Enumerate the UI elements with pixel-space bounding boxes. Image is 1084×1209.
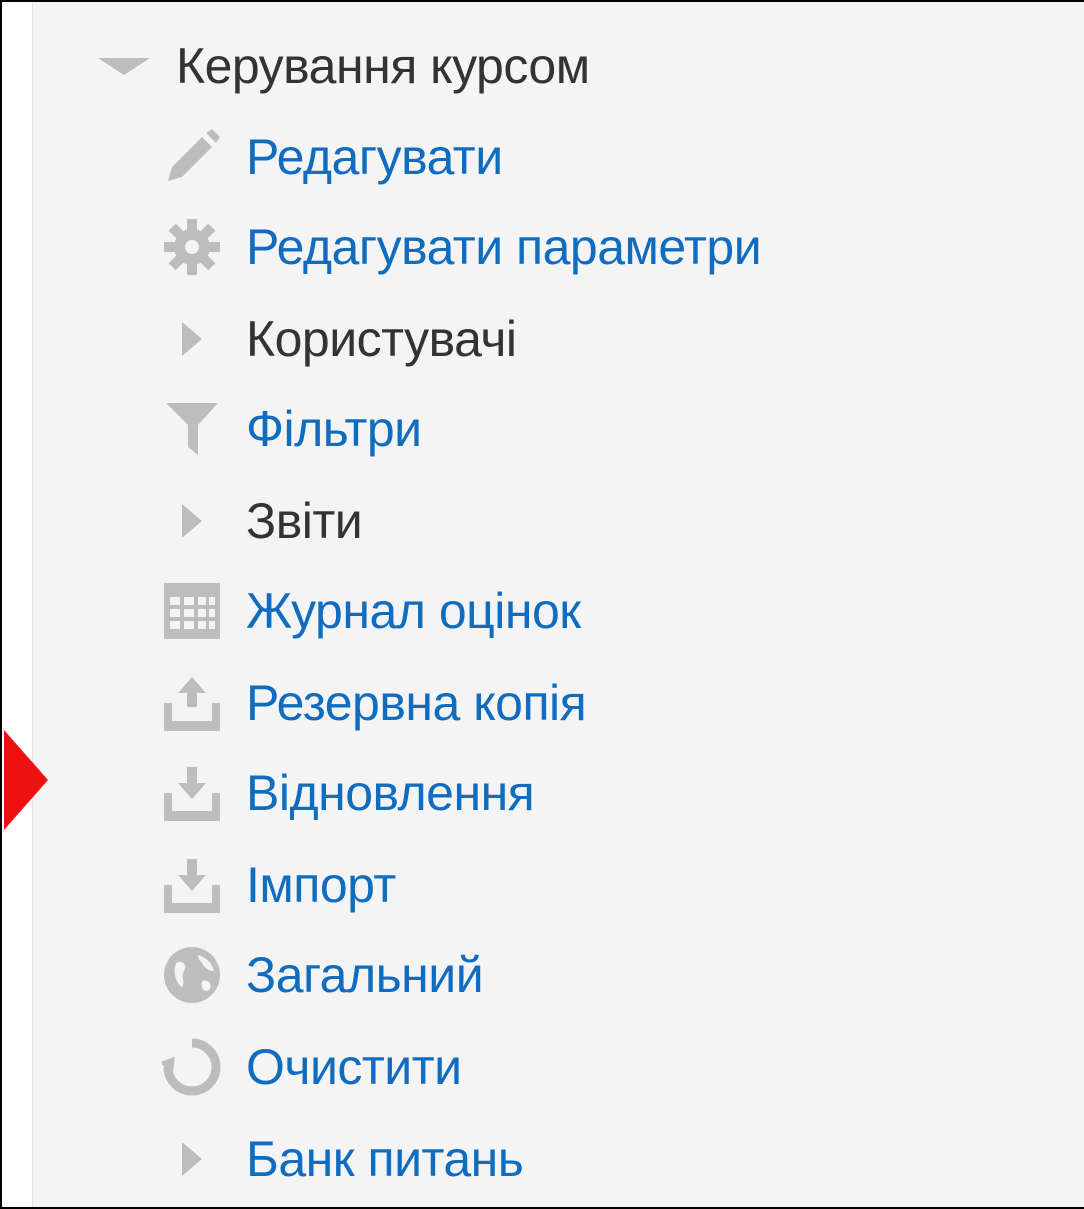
nav-item-reports-label: Звіти <box>246 493 363 549</box>
nav-item-users[interactable]: Користувачі <box>160 304 517 374</box>
nav-item-edit[interactable]: Редагувати <box>160 122 503 192</box>
nav-item-restore-label[interactable]: Відновлення <box>246 764 535 822</box>
nav-item-gradebook-label[interactable]: Журнал оцінок <box>246 582 581 640</box>
nav-item-import-label[interactable]: Імпорт <box>246 856 396 914</box>
course-admin-header[interactable]: Керування курсом <box>98 34 590 98</box>
nav-item-edit-settings-label[interactable]: Редагувати параметри <box>246 218 762 276</box>
globe-icon <box>160 943 224 1007</box>
caret-down-icon <box>98 57 150 75</box>
nav-item-edit-settings[interactable]: Редагувати параметри <box>160 212 762 282</box>
nav-item-question-bank-label[interactable]: Банк питань <box>246 1130 524 1188</box>
caret-right-icon <box>160 489 224 553</box>
upload-icon <box>160 671 224 735</box>
nav-item-backup[interactable]: Резервна копія <box>160 668 587 738</box>
refresh-icon <box>160 1035 224 1099</box>
nav-item-public[interactable]: Загальний <box>160 940 484 1010</box>
nav-item-reports[interactable]: Звіти <box>160 486 363 556</box>
caret-right-icon <box>160 307 224 371</box>
nav-item-public-label[interactable]: Загальний <box>246 946 484 1004</box>
nav-item-restore[interactable]: Відновлення <box>160 758 535 828</box>
caret-right-icon <box>160 1127 224 1191</box>
nav-item-question-bank[interactable]: Банк питань <box>160 1124 524 1194</box>
table-icon <box>160 579 224 643</box>
filter-icon <box>160 397 224 461</box>
nav-item-users-label: Користувачі <box>246 311 517 367</box>
download-icon <box>160 761 224 825</box>
nav-item-reset[interactable]: Очистити <box>160 1032 462 1102</box>
screenshot-frame: Керування курсом Редагувати Редагувати п… <box>0 0 1084 1209</box>
nav-item-edit-label[interactable]: Редагувати <box>246 128 503 186</box>
nav-item-reset-label[interactable]: Очистити <box>246 1038 462 1096</box>
gear-icon <box>160 215 224 279</box>
pencil-icon <box>160 125 224 189</box>
red-pointer-arrow <box>4 730 48 830</box>
nav-item-backup-label[interactable]: Резервна копія <box>246 674 587 732</box>
nav-item-gradebook[interactable]: Журнал оцінок <box>160 576 581 646</box>
nav-item-filters-label[interactable]: Фільтри <box>246 400 422 458</box>
nav-item-filters[interactable]: Фільтри <box>160 394 422 464</box>
download-icon <box>160 853 224 917</box>
nav-item-import[interactable]: Імпорт <box>160 850 396 920</box>
course-admin-header-label: Керування курсом <box>176 38 590 94</box>
